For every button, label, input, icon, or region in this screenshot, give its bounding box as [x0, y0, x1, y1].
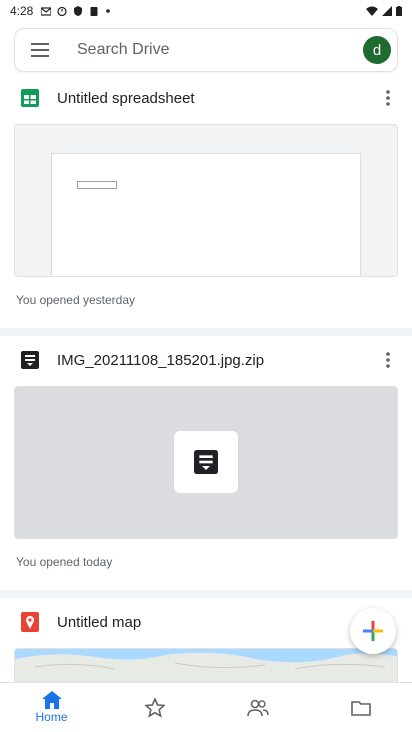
opened-status: You opened yesterday	[16, 293, 135, 307]
card-divider	[0, 590, 412, 598]
status-system-icons	[366, 6, 402, 16]
bottom-navigation: Home	[0, 682, 412, 732]
archive-icon	[194, 450, 218, 474]
more-vert-icon	[386, 352, 390, 368]
spreadsheet-cell-selection	[77, 181, 117, 189]
hamburger-menu-icon	[31, 43, 49, 57]
wifi-icon	[366, 6, 378, 16]
status-notification-icons	[41, 6, 111, 16]
archive-preview-tile	[174, 431, 238, 493]
more-options-button[interactable]	[378, 86, 398, 110]
search-bar[interactable]: Search Drive d	[14, 28, 398, 72]
map-preview	[15, 652, 397, 682]
battery-icon	[396, 6, 402, 16]
dot-icon	[106, 9, 111, 13]
opened-status: You opened today	[16, 555, 113, 569]
account-avatar[interactable]: d	[363, 36, 391, 64]
more-vert-icon	[386, 90, 390, 106]
card-divider	[0, 328, 412, 336]
timer-icon	[57, 6, 67, 16]
shared-icon	[246, 699, 269, 716]
clipboard-icon	[90, 7, 98, 16]
folder-icon	[350, 700, 371, 716]
file-card-header: IMG_20211108_185201.jpg.zip	[0, 340, 412, 380]
archive-icon	[20, 350, 40, 370]
spreadsheet-preview	[51, 153, 361, 276]
signal-icon	[382, 6, 392, 16]
file-name: Untitled map	[57, 613, 142, 631]
menu-button[interactable]	[15, 28, 65, 72]
star-icon	[144, 697, 165, 718]
maps-icon	[20, 612, 40, 632]
shield-icon	[74, 6, 83, 16]
gmail-icon	[41, 7, 52, 16]
nav-shared[interactable]	[206, 683, 309, 732]
file-name: IMG_20211108_185201.jpg.zip	[57, 351, 265, 369]
file-card-zip[interactable]: IMG_20211108_185201.jpg.zip You opened t…	[0, 340, 412, 590]
file-card-map[interactable]: Untitled map	[0, 602, 412, 682]
nav-files[interactable]	[309, 683, 412, 732]
nav-home[interactable]: Home	[0, 683, 103, 732]
search-input[interactable]: Search Drive	[65, 41, 363, 59]
status-time: 4:28	[10, 4, 34, 18]
plus-icon	[363, 621, 383, 641]
file-thumbnail[interactable]	[14, 648, 398, 682]
more-options-button[interactable]	[378, 348, 398, 372]
file-thumbnail[interactable]	[14, 124, 398, 277]
file-name: Untitled spreadsheet	[57, 89, 195, 107]
sheets-icon	[20, 88, 40, 108]
file-list: Untitled spreadsheet You opened yesterda…	[0, 78, 412, 682]
status-bar: 4:28	[0, 0, 412, 22]
file-card-spreadsheet[interactable]: Untitled spreadsheet You opened yesterda…	[0, 78, 412, 328]
new-file-button[interactable]	[350, 608, 396, 654]
nav-starred[interactable]	[103, 683, 206, 732]
home-icon	[41, 691, 62, 709]
file-thumbnail[interactable]	[14, 386, 398, 539]
file-card-header: Untitled spreadsheet	[0, 78, 412, 118]
nav-home-label: Home	[35, 710, 68, 724]
